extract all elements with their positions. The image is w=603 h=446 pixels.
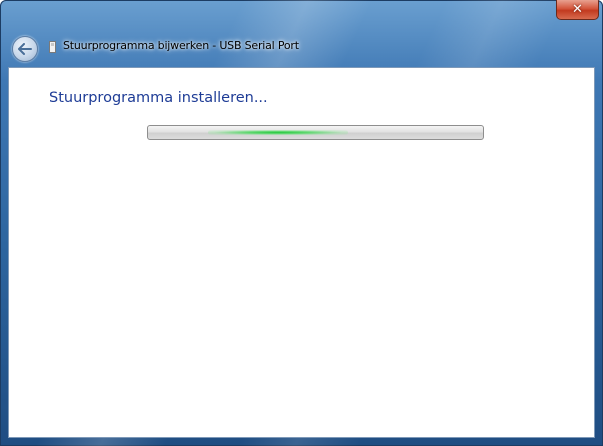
driver-icon [49, 41, 56, 53]
window-title: Stuurprogramma bijwerken - USB Serial Po… [63, 39, 299, 52]
dialog-window: Stuurprogramma bijwerken - USB Serial Po… [0, 0, 603, 446]
content-area: Stuurprogramma installeren... [8, 67, 595, 438]
progress-bar [147, 125, 484, 140]
status-heading: Stuurprogramma installeren... [49, 90, 268, 106]
back-arrow-icon [18, 43, 32, 55]
close-icon: ✕ [572, 2, 583, 17]
back-button[interactable] [12, 36, 38, 62]
progress-glow [208, 130, 348, 135]
title-bar: Stuurprogramma bijwerken - USB Serial Po… [0, 0, 603, 66]
close-button[interactable]: ✕ [556, 0, 599, 20]
